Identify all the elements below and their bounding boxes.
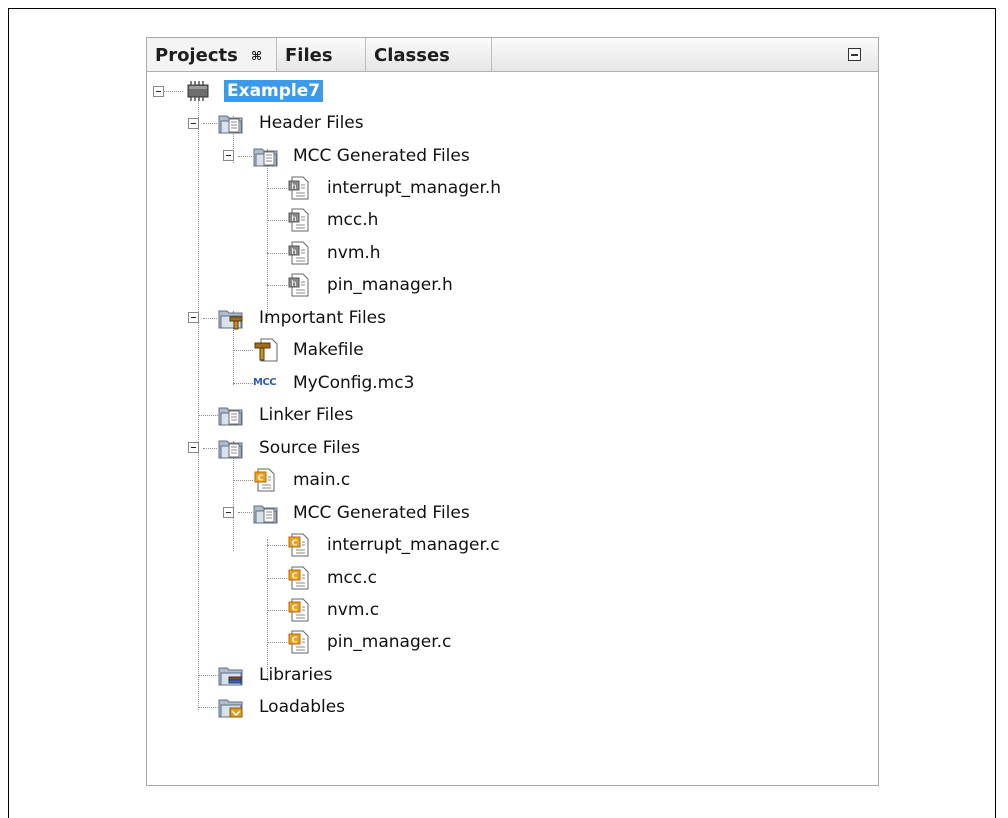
tree-item-file[interactable]: pin_manager.c [327, 631, 451, 653]
tab-projects[interactable]: Projects ⌘ [147, 38, 277, 71]
header-file-icon [287, 176, 313, 200]
tree-branch [238, 512, 252, 513]
header-file-icon [287, 241, 313, 265]
folder-icon [218, 111, 244, 135]
c-file-icon [287, 533, 313, 557]
tree-branch [233, 480, 253, 481]
tree-item-file[interactable]: Makefile [293, 339, 364, 361]
c-file-icon [287, 566, 313, 590]
folder-icon [218, 403, 244, 427]
tab-classes-label: Classes [374, 45, 450, 66]
projects-panel: Projects ⌘ Files Classes Example7 Header… [146, 37, 879, 786]
tree-item-mcc-generated-sources[interactable]: MCC Generated Files [293, 502, 470, 524]
tree-item-file[interactable]: nvm.h [327, 242, 381, 264]
tree-branch [203, 448, 217, 449]
folder-icon [218, 436, 244, 460]
tree-item-mcc-generated-headers[interactable]: MCC Generated Files [293, 145, 470, 167]
tree-item-file[interactable]: interrupt_manager.h [327, 177, 501, 199]
tree-branch [267, 285, 287, 286]
tree-item-header-files[interactable]: Header Files [259, 112, 364, 134]
tree-item-file[interactable]: pin_manager.h [327, 274, 453, 296]
tree-branch [163, 91, 183, 92]
loadables-folder-icon [218, 695, 244, 719]
tab-bar: Projects ⌘ Files Classes [147, 38, 878, 72]
tree-branch [233, 383, 253, 384]
collapse-toggle-icon[interactable] [188, 442, 199, 453]
c-file-icon [287, 598, 313, 622]
tree-branch [267, 642, 287, 643]
tree-branch [267, 578, 287, 579]
mcc-icon: MCC [253, 377, 277, 388]
collapse-toggle-icon[interactable] [153, 86, 164, 97]
tree-branch [267, 220, 287, 221]
collapse-toggle-icon[interactable] [188, 312, 199, 323]
tab-classes[interactable]: Classes [366, 38, 492, 71]
tree-branch [198, 675, 218, 676]
tree-guide-line [198, 84, 199, 710]
tree-item-file[interactable]: mcc.c [327, 567, 377, 589]
header-file-icon [287, 273, 313, 297]
folder-icon [253, 144, 279, 168]
tree-branch [267, 545, 287, 546]
tree-item-file[interactable]: nvm.c [327, 599, 379, 621]
minimize-window-icon[interactable] [848, 48, 861, 61]
header-file-icon [287, 208, 313, 232]
tree-branch [233, 350, 253, 351]
collapse-toggle-icon[interactable] [223, 150, 234, 161]
project-tree: Example7 Header Files MCC Generated File… [147, 71, 878, 785]
tree-item-linker-files[interactable]: Linker Files [259, 404, 353, 426]
c-file-icon [287, 630, 313, 654]
tree-branch [267, 253, 287, 254]
tree-branch [198, 707, 218, 708]
hammer-icon [253, 338, 279, 362]
tree-branch [267, 610, 287, 611]
tree-item-loadables[interactable]: Loadables [259, 696, 345, 718]
tree-branch [203, 123, 217, 124]
tree-item-file[interactable]: MyConfig.mc3 [293, 372, 414, 394]
tree-item-libraries[interactable]: Libraries [259, 664, 332, 686]
tree-item-file[interactable]: interrupt_manager.c [327, 534, 500, 556]
tree-guide-line [267, 149, 268, 323]
folder-icon [253, 501, 279, 525]
collapse-toggle-icon[interactable] [223, 507, 234, 518]
tree-item-file[interactable]: mcc.h [327, 209, 378, 231]
tab-projects-label: Projects [155, 45, 238, 66]
tree-item-file[interactable]: main.c [293, 469, 350, 491]
tab-files[interactable]: Files [277, 38, 366, 71]
tree-branch [203, 318, 217, 319]
tab-files-label: Files [285, 45, 333, 66]
tree-branch [198, 415, 218, 416]
chip-icon [185, 79, 211, 103]
important-folder-icon [218, 306, 244, 330]
tree-item-source-files[interactable]: Source Files [259, 437, 360, 459]
collapse-toggle-icon[interactable] [188, 118, 199, 129]
tree-branch [267, 188, 287, 189]
tree-branch [238, 156, 252, 157]
tree-item-important-files[interactable]: Important Files [259, 307, 386, 329]
tree-item-project[interactable]: Example7 [224, 80, 324, 102]
libraries-folder-icon [218, 663, 244, 687]
c-file-icon [253, 468, 279, 492]
close-tab-icon[interactable]: ⌘ [251, 38, 262, 74]
